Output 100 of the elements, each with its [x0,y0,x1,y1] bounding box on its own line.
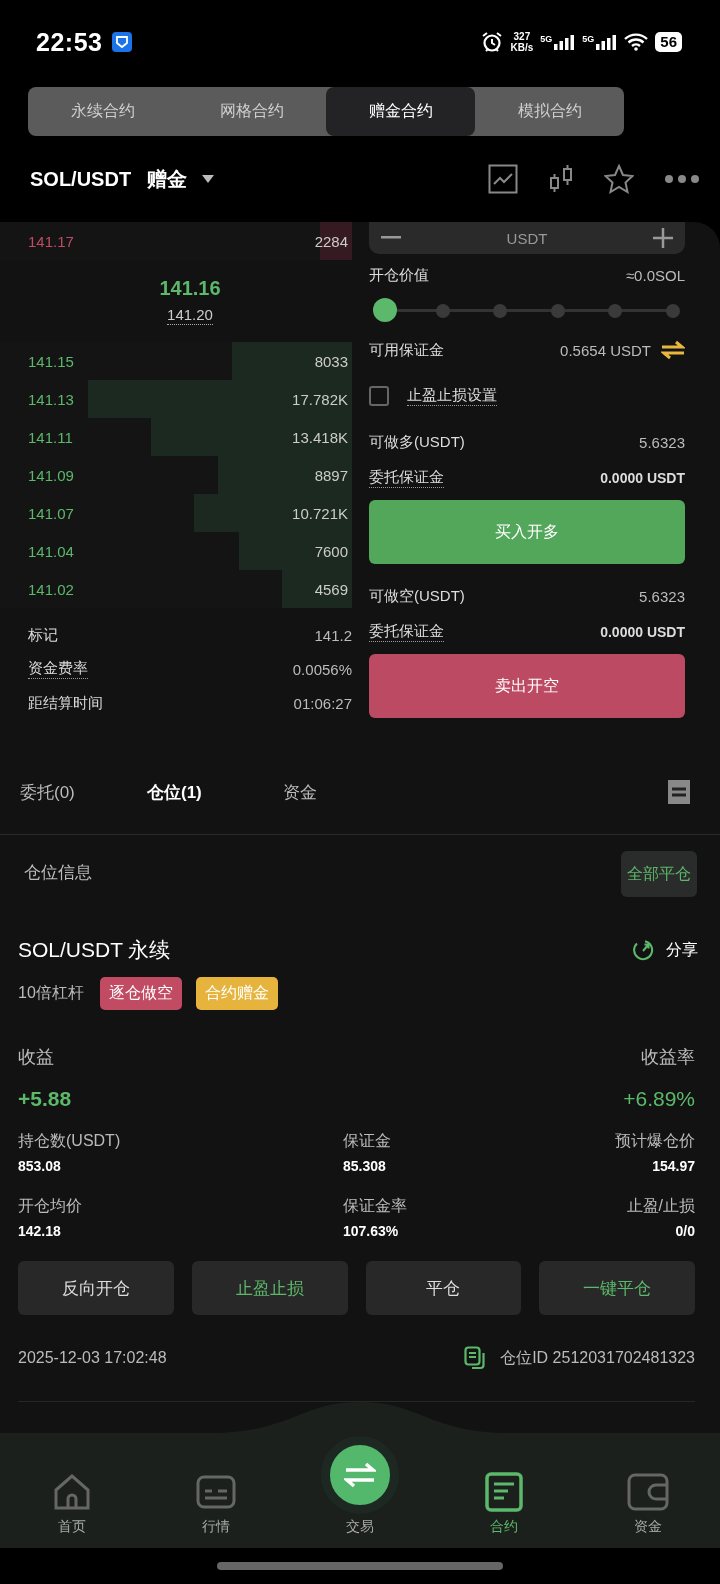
order-price[interactable]: 141.11 [28,428,73,446]
nav-tab[interactable]: 行情 [144,1402,288,1536]
stat-label: 标记 [28,625,58,645]
copy-icon[interactable] [464,1346,487,1370]
order-amount: 17.782K [292,390,348,408]
available-margin-label: 可用保证金 [369,340,444,360]
order-amount: 10.721K [292,504,348,522]
slider-thumb[interactable] [373,298,397,322]
position-tag: 合约赠金 [195,976,278,1010]
transfer-icon[interactable] [661,340,685,360]
field-label: 保证金 [343,1131,392,1151]
alarm-icon [481,31,504,53]
document-icon [484,1472,524,1512]
contract-type-tab[interactable]: 赠金合约 [326,87,475,136]
share-icon[interactable] [632,939,654,961]
network-type: 5G [540,34,553,44]
order-amount: 2284 [314,232,348,250]
close-all-button[interactable]: 全部平仓 [621,851,697,897]
stat-value: 141.2 [314,626,352,644]
max-amount-label: 可做多(USDT) [369,432,465,452]
contract-type-tab[interactable]: 网格合约 [177,87,326,136]
field-value: 142.18 [18,1223,62,1239]
position-tab[interactable]: 委托(0) [20,780,147,804]
section-title: 仓位信息 [24,862,92,884]
network-speed: 327 [513,31,531,42]
nav-tab[interactable]: 资金 [576,1402,720,1536]
max-amount-value: 5.6323 [639,433,685,451]
minus-icon[interactable] [381,236,401,240]
order-amount: 8897 [314,466,348,484]
order-price[interactable]: 141.04 [28,542,74,560]
stat-label[interactable]: 资金费率 [28,659,88,679]
order-price[interactable]: 141.09 [28,466,74,484]
plus-icon[interactable] [653,228,673,248]
wifi-icon [624,33,649,51]
stat-label: 距结算时间 [28,693,103,713]
order-value: ≈0.0SOL [625,266,685,284]
nav-tab[interactable]: 首页 [0,1402,144,1536]
field-value: 853.08 [18,1158,62,1174]
max-amount-value: 5.6323 [639,587,685,605]
position-tab[interactable]: 仓位(1) [147,780,283,804]
pnl-value: +5.88 [18,1087,72,1111]
network-speed-unit: KB/s [510,42,534,53]
last-price: 141.16 [159,277,221,300]
order-price[interactable]: 141.02 [28,580,74,598]
order-amount: 4569 [314,580,348,598]
trading-pair[interactable]: SOL/USDT [30,167,132,191]
stat-value: 0.0056% [292,660,352,678]
take-profit-stop-loss-label[interactable]: 止盈止损设置 [407,386,497,406]
field-value: 0/0 [675,1223,695,1239]
field-label: 预计爆仓价 [615,1131,695,1151]
caret-icon[interactable] [201,174,216,184]
field-label: 开仓均价 [18,1196,83,1216]
list-icon[interactable] [668,780,690,804]
available-margin-value: 0.5654 USDT [560,341,651,359]
order-price[interactable]: 141.13 [28,390,74,408]
position-action-button[interactable]: 一键平仓 [539,1261,695,1315]
field-value: 85.308 [343,1158,387,1174]
max-amount-label: 可做空(USDT) [369,586,465,606]
order-price[interactable]: 141.15 [28,352,74,370]
contract-type-tab[interactable]: 模拟合约 [475,87,624,136]
mark-price[interactable]: 141.20 [167,306,213,325]
nav-tab[interactable]: 合约 [432,1402,576,1536]
share-link[interactable]: 分享 [666,939,698,961]
field-value: 107.63% [343,1223,400,1239]
order-margin-label[interactable]: 委托保证金 [369,622,444,642]
battery-level: 56 [655,32,682,52]
star-icon[interactable] [604,164,634,194]
order-amount: 13.418K [292,428,348,446]
order-price[interactable]: 141.17 [28,232,74,250]
sell-button[interactable]: 卖出开空 [369,654,685,718]
signal-icon [595,34,618,50]
field-value: 154.97 [652,1158,695,1174]
roe-value: +6.89% [623,1087,695,1111]
order-value-label: 开仓价值 [369,265,429,285]
order-margin-label[interactable]: 委托保证金 [369,468,444,488]
field-label: 止盈/止损 [626,1196,695,1216]
swap-icon [344,1461,376,1489]
amount-field[interactable]: USDT [369,222,685,254]
position-action-button[interactable]: 止盈止损 [191,1261,348,1315]
more-icon[interactable] [664,174,700,184]
home-icon [52,1472,92,1512]
order-amount: 8033 [314,352,348,370]
field-label: 持仓数(USDT) [18,1131,122,1151]
open-time: 2025-12-03 17:02:48 [18,1349,167,1367]
checkbox[interactable] [369,386,389,406]
wallet-icon [627,1472,669,1512]
order-price[interactable]: 141.07 [28,504,74,522]
chart-icon[interactable] [488,164,518,194]
position-tab[interactable]: 资金 [283,780,363,804]
position-action-button[interactable]: 平仓 [365,1261,522,1315]
contract-mode[interactable]: 赠金 [147,165,188,193]
network-type: 5G [582,34,595,44]
position-tag: 逐仓做空 [99,976,182,1010]
contract-type-tab[interactable]: 永续合约 [28,87,177,136]
app-notification-icon [112,32,133,52]
order-margin-value: 0.0000 USDT [600,470,685,486]
leverage-label: 10倍杠杆 [18,982,84,1003]
position-action-button[interactable]: 反向开仓 [18,1261,174,1315]
pnl-label: 收益 [18,1046,54,1069]
candlestick-icon[interactable] [548,164,574,194]
